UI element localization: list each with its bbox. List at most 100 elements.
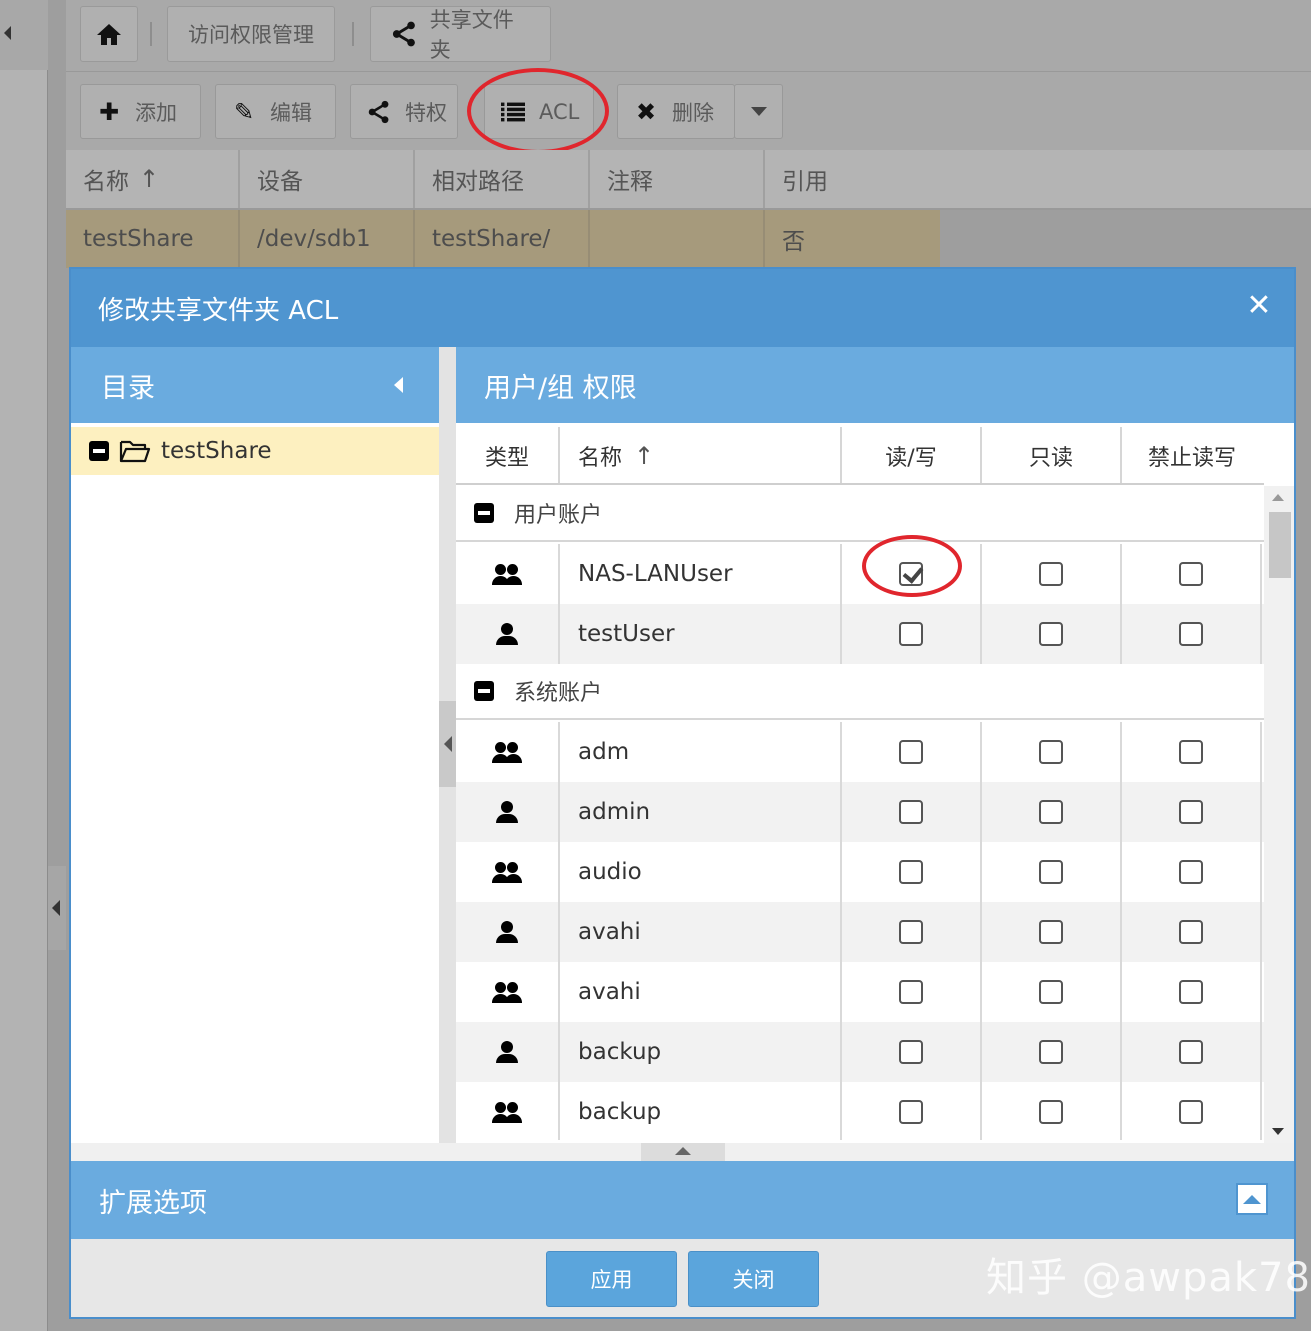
read-only-checkbox[interactable] (1039, 622, 1063, 646)
delete-dropdown-button[interactable] (734, 84, 783, 139)
table-row[interactable]: testUser (456, 604, 1264, 664)
name-cell: avahi (560, 962, 842, 1022)
read-write-checkbox[interactable] (899, 800, 923, 824)
add-label: 添加 (135, 100, 177, 125)
sort-asc-icon: ↑ (139, 165, 160, 193)
no-access-checkbox[interactable] (1179, 920, 1203, 944)
no-access-checkbox[interactable] (1179, 622, 1203, 646)
table-row[interactable]: backup (456, 1082, 1264, 1140)
user-icon (492, 623, 522, 645)
users-icon (492, 1101, 522, 1123)
privilege-button[interactable]: 特权 (350, 84, 458, 139)
column-header-read-write[interactable]: 读/写 (842, 427, 982, 485)
extended-options-bar[interactable]: 扩展选项 (71, 1161, 1294, 1239)
read-write-checkbox[interactable] (899, 1040, 923, 1064)
table-row[interactable]: avahi (456, 902, 1264, 962)
column-header-comment[interactable]: 注释 (590, 150, 765, 208)
breadcrumb-shared-folders[interactable]: 共享文件夹 (370, 6, 551, 62)
no-access-checkbox[interactable] (1179, 860, 1203, 884)
name-cell: testUser (560, 604, 842, 664)
read-only-checkbox[interactable] (1039, 1100, 1063, 1124)
read-only-checkbox[interactable] (1039, 562, 1063, 586)
splitter-arrow-icon[interactable] (52, 900, 60, 916)
group-label: 系统账户 (514, 681, 603, 706)
group-row[interactable]: 用户账户 (456, 486, 1264, 542)
edit-button[interactable]: ✎ 编辑 (215, 84, 336, 139)
column-header-reference[interactable]: 引用 (765, 150, 940, 208)
collapse-left-icon[interactable] (394, 377, 403, 393)
no-access-cell (1122, 604, 1262, 664)
column-header-name[interactable]: 名称 ↑ (560, 427, 842, 485)
read-only-checkbox[interactable] (1039, 920, 1063, 944)
read-only-cell (982, 782, 1122, 842)
read-write-checkbox[interactable] (899, 920, 923, 944)
name-cell: adm (560, 722, 842, 782)
column-header-read-only[interactable]: 只读 (982, 427, 1122, 485)
close-icon[interactable]: ✕ (1244, 291, 1274, 321)
collapse-tree-icon[interactable] (89, 441, 109, 461)
apply-button[interactable]: 应用 (546, 1251, 677, 1307)
breadcrumb-home[interactable] (80, 6, 138, 62)
vertical-scrollbar[interactable] (1264, 486, 1294, 1143)
type-cell (456, 604, 560, 664)
collapse-left-icon[interactable] (4, 26, 11, 40)
read-only-cell (982, 842, 1122, 902)
read-only-checkbox[interactable] (1039, 860, 1063, 884)
column-header-name[interactable]: 名称 ↑ (66, 150, 240, 208)
column-label: 引用 (782, 169, 828, 195)
table-row[interactable]: backup (456, 1022, 1264, 1082)
close-icon: ✖ (635, 97, 657, 126)
table-row[interactable]: avahi (456, 962, 1264, 1022)
read-only-cell (982, 962, 1122, 1022)
scrollbar-thumb[interactable] (1269, 512, 1291, 578)
collapse-group-icon[interactable] (474, 503, 494, 523)
scroll-down-icon[interactable] (1272, 1128, 1284, 1135)
permissions-panel: 用户/组 权限 类型 名称 ↑ 读/写 只读 禁止读写 用户账户 NAS-LANUs… (456, 347, 1294, 1143)
scroll-up-icon[interactable] (1272, 494, 1284, 501)
column-header-type[interactable]: 类型 (456, 427, 560, 485)
type-cell (456, 782, 560, 842)
share-icon (392, 21, 415, 47)
column-header-path[interactable]: 相对路径 (415, 150, 590, 208)
highlight-ellipse (862, 535, 962, 597)
close-button[interactable]: 关闭 (688, 1251, 819, 1307)
no-access-checkbox[interactable] (1179, 562, 1203, 586)
collapse-group-icon[interactable] (474, 681, 494, 701)
add-button[interactable]: ✚ 添加 (80, 84, 201, 139)
no-access-checkbox[interactable] (1179, 740, 1203, 764)
read-only-checkbox[interactable] (1039, 980, 1063, 1004)
column-header-device[interactable]: 设备 (240, 150, 415, 208)
read-write-checkbox[interactable] (899, 1100, 923, 1124)
name-cell: backup (560, 1082, 842, 1140)
read-only-checkbox[interactable] (1039, 800, 1063, 824)
table-row[interactable]: admin (456, 782, 1264, 842)
read-write-checkbox[interactable] (899, 740, 923, 764)
cell-name: testShare (66, 210, 240, 268)
read-only-checkbox[interactable] (1039, 740, 1063, 764)
no-access-checkbox[interactable] (1179, 1040, 1203, 1064)
no-access-checkbox[interactable] (1179, 980, 1203, 1004)
column-header-no-access[interactable]: 禁止读写 (1122, 427, 1262, 485)
resize-grip[interactable] (641, 1143, 725, 1161)
table-row[interactable]: NAS-LANUser (456, 544, 1264, 604)
read-write-checkbox[interactable] (899, 980, 923, 1004)
read-only-cell (982, 902, 1122, 962)
read-write-checkbox[interactable] (899, 622, 923, 646)
read-only-checkbox[interactable] (1039, 1040, 1063, 1064)
no-access-checkbox[interactable] (1179, 1100, 1203, 1124)
column-label: 注释 (607, 169, 653, 195)
read-write-checkbox[interactable] (899, 860, 923, 884)
delete-label: 删除 (672, 100, 714, 125)
expand-toggle-button[interactable] (1236, 1183, 1268, 1215)
name-cell: avahi (560, 902, 842, 962)
group-row[interactable]: 系统账户 (456, 664, 1264, 720)
table-row[interactable]: adm (456, 722, 1264, 782)
tree-item-testshare[interactable]: testShare (71, 427, 439, 475)
read-only-cell (982, 1082, 1122, 1140)
no-access-cell (1122, 1022, 1262, 1082)
chevron-left-icon[interactable] (444, 736, 452, 752)
delete-button[interactable]: ✖ 删除 (617, 84, 735, 139)
no-access-checkbox[interactable] (1179, 800, 1203, 824)
breadcrumb-access-control[interactable]: 访问权限管理 (167, 6, 335, 62)
table-row[interactable]: audio (456, 842, 1264, 902)
